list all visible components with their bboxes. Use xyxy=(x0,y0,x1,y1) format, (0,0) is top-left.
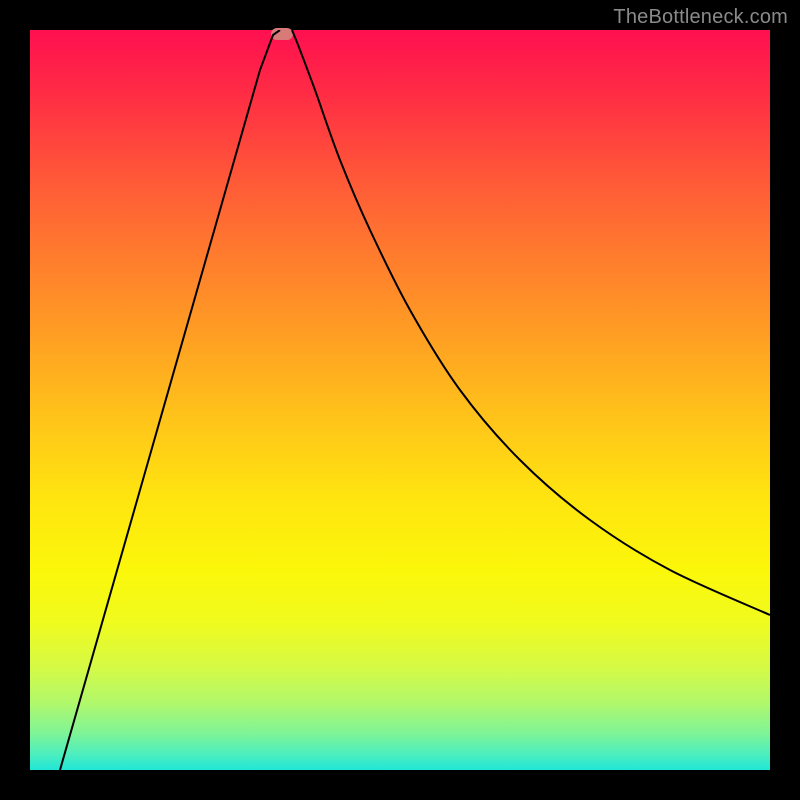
curve-left-branch xyxy=(60,30,280,770)
chart-plot-area xyxy=(30,30,770,770)
curve-right-branch xyxy=(292,30,770,615)
watermark-text: TheBottleneck.com xyxy=(613,6,788,29)
chart-curve-svg xyxy=(30,30,770,770)
